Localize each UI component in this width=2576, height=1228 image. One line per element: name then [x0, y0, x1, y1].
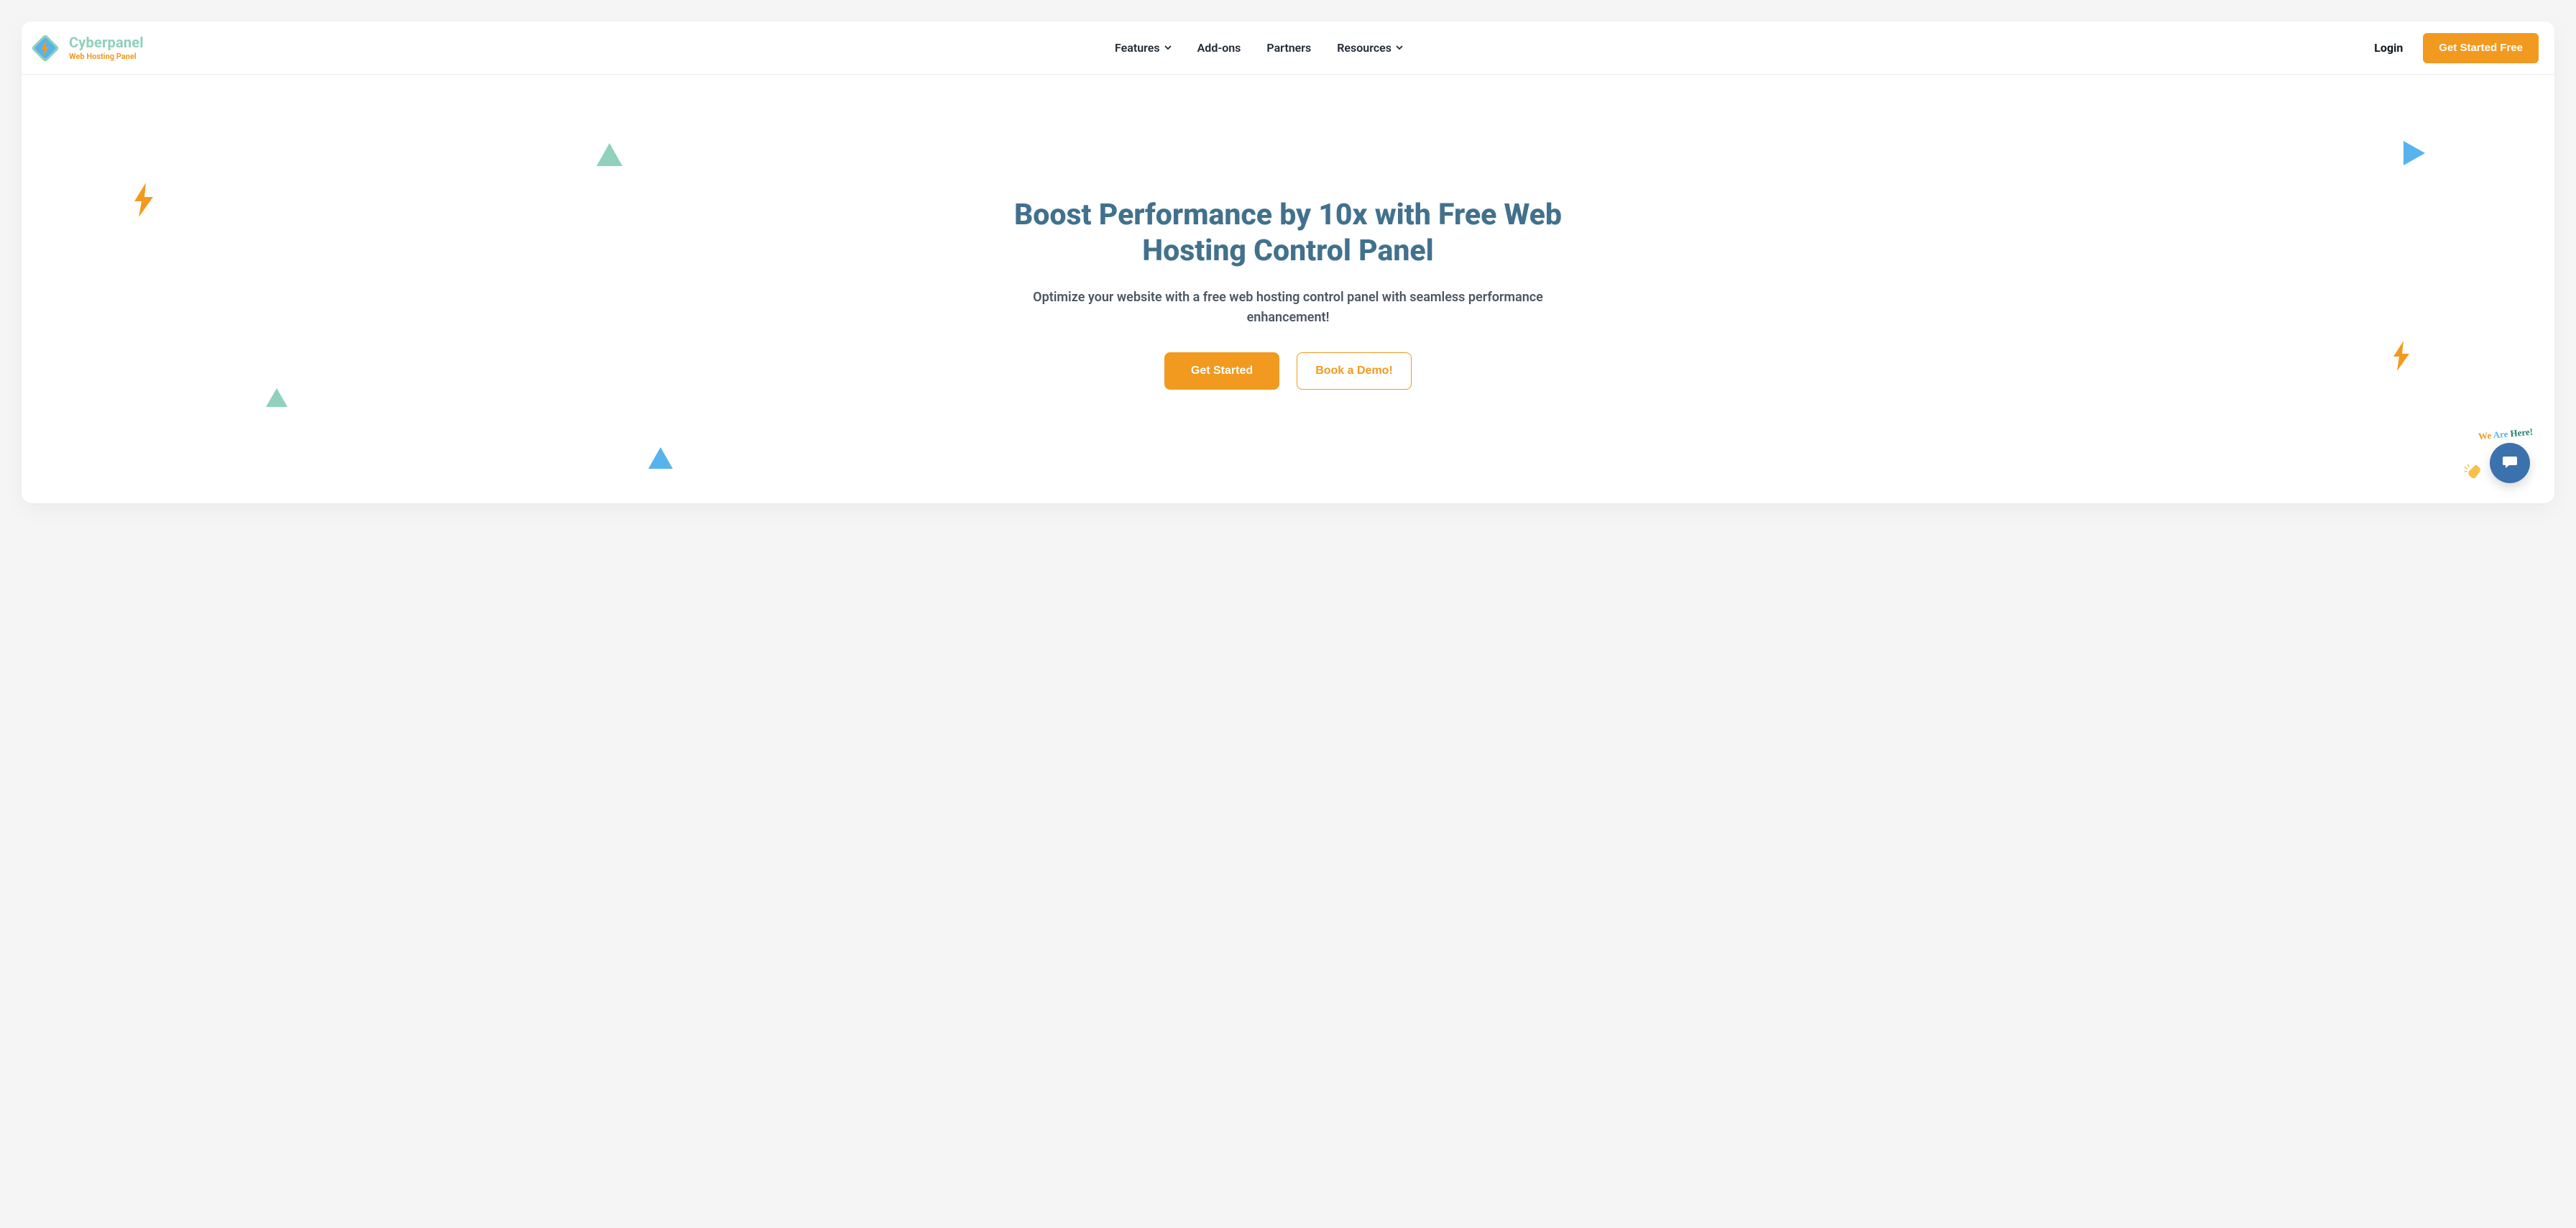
nav-label: Add-ons [1197, 41, 1241, 55]
brand-title: Cyberpanel [69, 35, 144, 50]
chat-bubble-icon [2501, 453, 2518, 473]
login-link[interactable]: Login [2374, 41, 2403, 55]
nav-label: Resources [1337, 41, 1392, 55]
get-started-button[interactable]: Get Started [1164, 352, 1279, 390]
decorative-play-icon [2404, 141, 2425, 165]
chevron-down-icon [1396, 44, 1403, 51]
decorative-triangle-icon [648, 447, 673, 469]
brand[interactable]: Cyberpanel Web Hosting Panel [29, 32, 144, 65]
page-card: Cyberpanel Web Hosting Panel Features Ad… [22, 22, 2554, 503]
book-demo-button[interactable]: Book a Demo! [1297, 352, 1412, 390]
top-nav: Cyberpanel Web Hosting Panel Features Ad… [22, 22, 2554, 75]
nav-actions: Login Get Started Free [2374, 33, 2539, 63]
main-menu: Features Add-ons Partners Resources [1115, 41, 1403, 55]
hero: Boost Performance by 10x with Free Web H… [22, 75, 2554, 476]
nav-label: Features [1115, 41, 1160, 55]
chevron-down-icon [1164, 44, 1172, 51]
chat-fab-button[interactable] [2490, 443, 2530, 483]
nav-item-features[interactable]: Features [1115, 41, 1172, 55]
chat-widget: We Are Here! [2464, 443, 2530, 483]
brand-logo-icon [29, 32, 62, 65]
hero-title: Boost Performance by 10x with Free Web H… [965, 197, 1611, 269]
decorative-bolt-icon [2392, 341, 2411, 371]
decorative-bolt-icon [133, 183, 155, 217]
wave-hand-icon [2462, 460, 2488, 485]
decorative-triangle-icon [266, 388, 288, 407]
decorative-triangle-icon [597, 143, 622, 166]
brand-subtitle: Web Hosting Panel [69, 52, 144, 60]
hero-subtitle: Optimize your website with a free web ho… [1029, 288, 1547, 328]
nav-item-resources[interactable]: Resources [1337, 41, 1403, 55]
nav-item-addons[interactable]: Add-ons [1197, 41, 1241, 55]
nav-item-partners[interactable]: Partners [1266, 41, 1311, 55]
nav-label: Partners [1266, 41, 1311, 55]
get-started-free-button[interactable]: Get Started Free [2423, 33, 2539, 63]
hero-ctas: Get Started Book a Demo! [1164, 352, 1412, 390]
